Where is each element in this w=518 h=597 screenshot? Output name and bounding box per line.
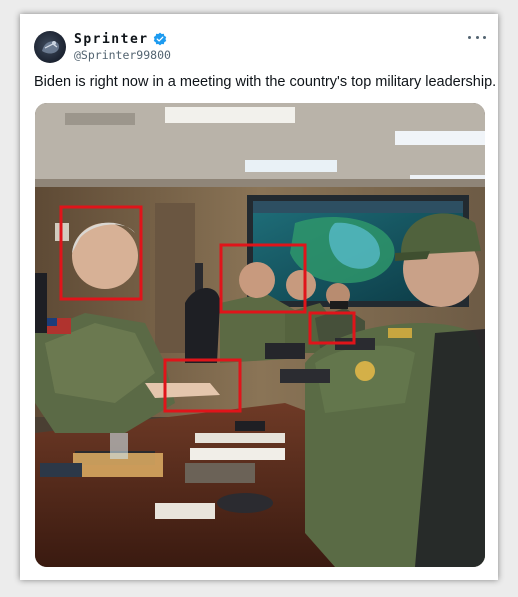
display-name[interactable]: Sprinter bbox=[74, 32, 149, 47]
author-handle[interactable]: @Sprinter99800 bbox=[74, 48, 171, 62]
ellipsis-icon[interactable] bbox=[468, 30, 486, 44]
tweet-text: Biden is right now in a meeting with the… bbox=[34, 74, 497, 90]
tweet-photo[interactable] bbox=[35, 103, 485, 567]
author-name-row: Sprinter bbox=[74, 30, 167, 48]
avatar[interactable] bbox=[34, 31, 66, 63]
situation-room-image bbox=[35, 103, 485, 567]
tweet-card: Sprinter @Sprinter99800 Biden is right n… bbox=[20, 14, 498, 580]
verified-badge-icon bbox=[153, 32, 166, 46]
